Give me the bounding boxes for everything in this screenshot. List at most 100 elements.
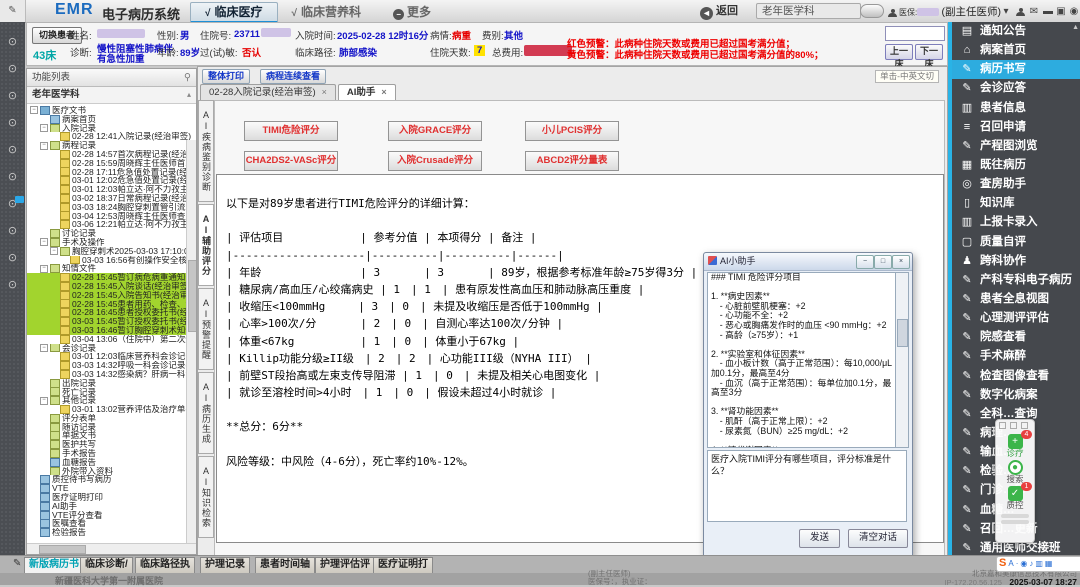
timeline-clock-icon[interactable]: ⊙ [6, 63, 19, 76]
dialog-maximize-button[interactable]: □ [874, 255, 892, 269]
tree-item[interactable]: −知情文件 [27, 264, 196, 273]
tree-item[interactable]: −手术及操作 [27, 238, 196, 247]
dialog-input-box[interactable]: 医疗入院TIMI评分有哪些项目，评分标准是什么？ [707, 450, 907, 522]
tree-horizontal-scrollbar[interactable] [27, 543, 196, 554]
tree-item[interactable]: −随访记录 [27, 423, 196, 432]
clear-chat-button[interactable]: 清空对话 [848, 529, 908, 548]
tree-item[interactable]: −病案首页 [27, 115, 196, 124]
top-nav-tab[interactable]: √临床营养科 [278, 3, 376, 21]
score-button[interactable]: CHA2DS2-VASc评分 [244, 151, 338, 171]
tree-item[interactable]: −评分表单 [27, 414, 196, 423]
tree-item[interactable]: −03-03 14:32感染病？肝病一科会 [27, 370, 196, 379]
tree-item[interactable]: −医疗文书 [27, 106, 196, 115]
tree-item[interactable]: −03-06 12:21帕立达·阿不力孜主 [27, 220, 196, 229]
tree-item[interactable]: −03-04 13:06（住院中）第二次知 [27, 335, 196, 344]
sidebar-item[interactable]: ▯知识库 [952, 194, 1080, 213]
bottom-tab[interactable]: 临床诊断/ [80, 557, 133, 574]
tree-item[interactable]: −03-03 15:45暂订授权委托书(经治 [27, 317, 196, 326]
sidebar-item[interactable]: ✎患者全息视图 [952, 290, 1080, 309]
department-input[interactable]: 老年医学科 [756, 3, 861, 19]
tree-item[interactable]: −03-02 18:37日常病程记录(经治审 [27, 194, 196, 203]
tree-item[interactable]: −胸腔穿刺术2025-03-03 17:10:00 [27, 247, 196, 256]
bottom-tab[interactable]: 患者时间轴 [255, 557, 315, 574]
tree-item[interactable]: −03-01 13:02营养评估及治疗单(经 [27, 405, 196, 414]
sidebar-item[interactable]: ▤通知公告 [952, 22, 1080, 41]
top-nav-tab[interactable]: −更多 [375, 3, 445, 21]
dialog-close-button[interactable]: × [892, 255, 910, 269]
next-bed-button[interactable]: 下一床 [915, 44, 943, 60]
timeline-clock-icon[interactable]: ⊙ [6, 171, 19, 184]
tree-item[interactable]: −出院记录 [27, 379, 196, 388]
timeline-clock-icon[interactable]: ⊙ [6, 117, 19, 130]
ai-side-tab[interactable]: AI病历生成 [198, 372, 214, 454]
tree-item[interactable]: −质控待书写病历 [27, 475, 196, 484]
timeline-clock-icon[interactable]: ⊙ [6, 90, 19, 103]
quick-panel-item[interactable]: +4诊疗 [996, 434, 1034, 458]
sidebar-item[interactable]: ≡召回申请 [952, 118, 1080, 137]
print-all-button[interactable]: 整体打印 [202, 69, 250, 84]
tree-item[interactable]: −讨论记录 [27, 229, 196, 238]
score-button[interactable]: 入院GRACE评分 [388, 121, 482, 141]
tree-item[interactable]: −03-01 12:03帕立达·阿不力孜主 [27, 185, 196, 194]
dialog-scrollbar[interactable] [895, 272, 909, 448]
tree-item[interactable]: −03-03 14:32呼吸一科会诊记录(经 [27, 361, 196, 370]
tree-item[interactable]: −03-03 16:56有创操作安全核查表 [27, 256, 196, 265]
tree-item[interactable]: −血糖报告 [27, 458, 196, 467]
tree-item[interactable]: −外院带入资料 [27, 467, 196, 476]
search-oval-button[interactable] [860, 4, 884, 18]
tree-item[interactable]: −02-28 15:59周晓辉主任医师首次 [27, 159, 196, 168]
timeline-clock-icon[interactable]: ⊙ [6, 279, 19, 292]
sidebar-item[interactable]: ✎院感查看 [952, 328, 1080, 347]
tree-item[interactable]: −03-01 12:02危急值处置记录(经治 [27, 176, 196, 185]
sidebar-item[interactable]: ✎产科专科电子病历 [952, 271, 1080, 290]
tree-vertical-scrollbar[interactable] [186, 140, 196, 547]
tree-item[interactable]: −02-28 16:45患者授权委托书(经治 [27, 308, 196, 317]
tree-item[interactable]: −02-28 12:41入院记录(经治审签) [27, 132, 196, 141]
close-tab-icon[interactable]: × [381, 87, 386, 97]
close-tab-icon[interactable]: × [322, 87, 327, 97]
score-button[interactable]: 小儿PCIS评分 [525, 121, 619, 141]
tree-item[interactable]: −入院记录 [27, 124, 196, 133]
tree-item[interactable]: −03-03 16:46暂订胸腔穿刺术知情同 [27, 326, 196, 335]
top-nav-tab[interactable]: √临床医疗 [190, 2, 278, 24]
dialog-minimize-button[interactable]: − [856, 255, 874, 269]
sidebar-item[interactable]: ✎数字化病案 [952, 386, 1080, 405]
tree-item[interactable]: −检验报告 [27, 528, 196, 537]
tree-item[interactable]: −02-28 15:45入院谈话(经治审签) [27, 282, 196, 291]
sidebar-item[interactable]: ✎心理测评评估 [952, 309, 1080, 328]
tree-item[interactable]: −手术报告 [27, 449, 196, 458]
tree-item[interactable]: −02-28 15:45入院告知书(经治审签 [27, 291, 196, 300]
sidebar-item[interactable]: ✎检查图像查看 [952, 367, 1080, 386]
score-button[interactable]: 入院Crusade评分 [388, 151, 482, 171]
timeline-clock-icon[interactable]: ⊙ [6, 225, 19, 238]
bottom-tab[interactable]: 医疗证明打 [373, 557, 433, 574]
timeline-clock-icon[interactable]: ⊙ [6, 198, 19, 211]
sidebar-scroll-up-icon[interactable]: ▲ [1072, 24, 1079, 31]
sidebar-item[interactable]: ⌂病案首页 [952, 41, 1080, 60]
tree-item[interactable]: −医嘱查看 [27, 519, 196, 528]
power-icon[interactable]: ◉ [1066, 4, 1080, 20]
sidebar-item[interactable]: ✎手术麻醉 [952, 347, 1080, 366]
sidebar-item[interactable]: ▦既往病历 [952, 156, 1080, 175]
bottom-tab[interactable]: 护理记录 [200, 557, 250, 574]
ai-side-tab[interactable]: AI辅助评分 [198, 204, 214, 286]
pin-panel-icon[interactable]: ⚲ [184, 69, 191, 86]
back-button[interactable]: ◄返回 [700, 3, 738, 19]
tree-item[interactable]: −单据文书 [27, 431, 196, 440]
continuous-view-button[interactable]: 病程连续查看 [260, 69, 326, 84]
tree-item[interactable]: −02-28 17:11危急值处置记录(经治 [27, 168, 196, 177]
dialog-chat-content[interactable]: ### TIMI 危险评分项目 1. **病史因素** - 心脏前壁肌梗塞：+2… [707, 272, 897, 448]
pin-icon[interactable]: ✎ [0, 0, 26, 22]
tree-item[interactable]: −03-01 12:03临床营养科会诊记录 [27, 352, 196, 361]
sidebar-item[interactable]: ♟跨科协作 [952, 252, 1080, 271]
quick-panel-item[interactable]: ✓1质控 [996, 486, 1034, 510]
timeline-clock-icon[interactable]: ⊙ [6, 144, 19, 157]
prev-bed-button[interactable]: 上一床 [885, 44, 913, 60]
tree-item[interactable]: −VTE [27, 484, 196, 493]
input-method-bar[interactable]: SA·◉♪▥▦ [996, 556, 1080, 572]
tree-item[interactable]: −02-28 15:45暂订病危病重通知书( [27, 273, 196, 282]
tree-item[interactable]: −死亡记录 [27, 388, 196, 397]
send-button[interactable]: 发送 [799, 529, 840, 548]
sidebar-item[interactable]: ✎产程图浏览 [952, 137, 1080, 156]
ai-side-tab[interactable]: AI预警提醒 [198, 288, 214, 370]
